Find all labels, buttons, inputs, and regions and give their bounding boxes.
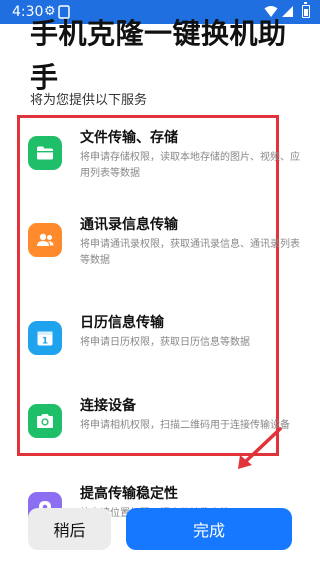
calendar-icon: 1: [28, 321, 62, 355]
folder-icon: [28, 136, 62, 170]
service-name: 提高传输稳定性: [80, 486, 178, 502]
service-desc: 将申请日历权限，获取日历信息等数据: [80, 337, 250, 348]
svg-text:1: 1: [42, 337, 48, 347]
service-name: 通讯录信息传输: [80, 217, 178, 233]
camera-icon: [28, 404, 62, 438]
done-button[interactable]: 完成: [126, 508, 292, 550]
service-desc: 将申请存储权限，读取本地存储的图片、视频、应用列表等数据: [80, 152, 300, 179]
service-name: 文件传输、存储: [80, 130, 178, 146]
arrow-annotation-icon: [238, 427, 282, 469]
service-name: 日历信息传输: [80, 315, 164, 331]
service-name: 连接设备: [80, 398, 136, 414]
page-title: 手机克隆一键换机助手: [30, 17, 287, 94]
later-button[interactable]: 稍后: [28, 508, 111, 550]
page-subtitle: 将为您提供以下服务: [30, 93, 148, 108]
service-desc: 将申请通讯录权限，获取通讯录信息、通讯录列表等数据: [80, 239, 300, 266]
contacts-icon: [28, 223, 62, 257]
battery-icon: [302, 2, 310, 18]
